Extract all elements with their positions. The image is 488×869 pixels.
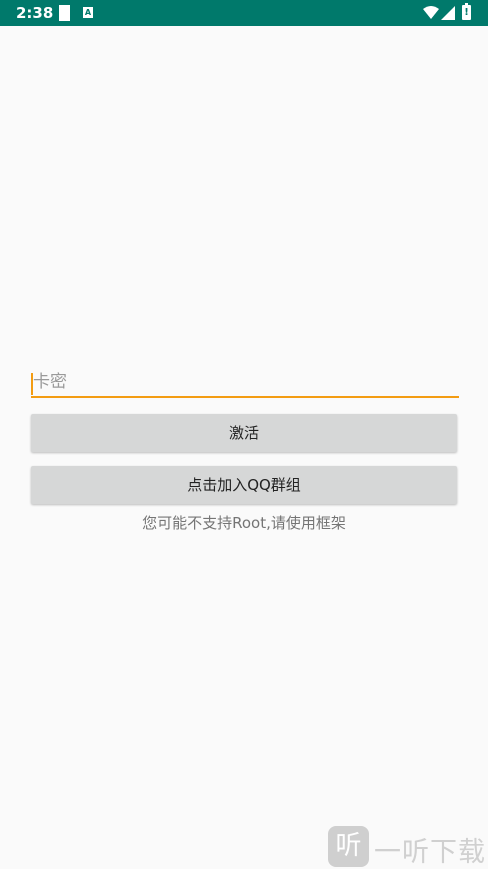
watermark: 听 一听下载	[328, 824, 488, 868]
watermark-logo-icon: 听	[328, 826, 369, 867]
sim-card-icon	[59, 5, 70, 21]
signal-icon	[441, 6, 455, 20]
card-key-input[interactable]	[31, 368, 459, 398]
watermark-text: 一听下载	[374, 837, 486, 868]
notification-a-icon: A	[83, 7, 93, 18]
status-time: 2:38	[16, 4, 54, 22]
text-cursor	[31, 373, 33, 395]
wifi-icon	[423, 6, 439, 19]
battery-icon	[462, 3, 471, 20]
status-bar: 2:38 A	[0, 0, 488, 26]
join-qq-group-button[interactable]: 点击加入QQ群组	[31, 466, 457, 504]
activate-button[interactable]: 激活	[31, 414, 457, 452]
root-hint-text: 您可能不支持Root,请使用框架	[142, 514, 346, 532]
